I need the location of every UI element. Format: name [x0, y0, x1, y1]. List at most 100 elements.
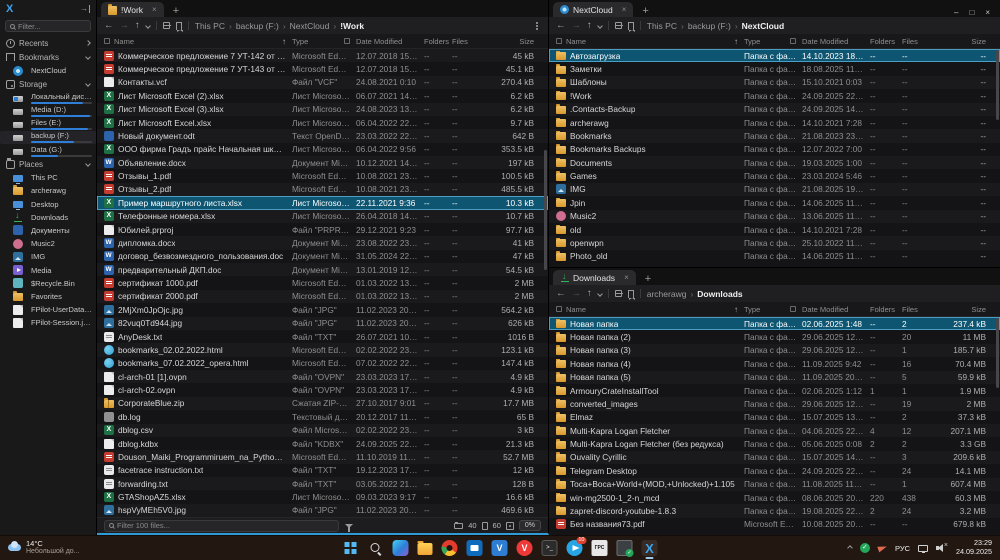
file-row[interactable]: АвтозагрузкаПапка с файлами14.10.2023 18… [549, 49, 1000, 62]
files-icon[interactable] [642, 540, 658, 556]
archive-icon[interactable] [615, 290, 622, 297]
terminal-icon[interactable] [542, 540, 558, 556]
language-indicator[interactable]: РУС [895, 544, 910, 553]
plane-icon[interactable] [877, 544, 888, 553]
sidebar-item[interactable]: $Recycle.Bin [0, 277, 96, 290]
file-row[interactable]: openwpnПапка с файлами25.10.2022 11:58--… [549, 236, 1000, 249]
column-files[interactable]: Files [902, 305, 938, 314]
history-dropdown-icon[interactable] [597, 291, 603, 297]
remote-icon[interactable] [617, 540, 633, 556]
column-date[interactable]: Date Modified [802, 37, 870, 46]
file-row[interactable]: Юбилей.prprojФайл "PRPROJ"29.12.2021 9:2… [97, 223, 548, 236]
scrollbar[interactable] [996, 50, 999, 120]
file-row[interactable]: 82vuq0Td944.jpgФайл "JPG"11.02.2023 20:0… [97, 317, 548, 330]
sidebar-item[interactable]: FPilot-Session.json [0, 316, 96, 329]
archive-icon[interactable] [163, 22, 170, 29]
sidebar-item[interactable]: Desktop [0, 198, 96, 211]
sidebar-item[interactable]: archerawg [0, 184, 96, 197]
sidebar-section-places[interactable]: Places [0, 157, 96, 171]
file-row[interactable]: Telegram DesktopПапка с файлами24.09.202… [549, 464, 1000, 477]
file-row[interactable]: Toca+Boca+World+(MOD,+Unlocked)+1.105Пап… [549, 478, 1000, 491]
file-row[interactable]: Контакты.vcfФайл "VCF"24.08.2021 0:10---… [97, 76, 548, 89]
column-type[interactable]: Type [292, 37, 356, 46]
sidebar-item[interactable]: Документы [0, 224, 96, 237]
file-filter[interactable] [104, 520, 339, 532]
file-row[interactable]: Новый документ.odtТекст OpenDocument23.0… [97, 129, 548, 142]
sidebar-section-storage[interactable]: Storage [0, 77, 96, 91]
scrollbar[interactable] [544, 150, 547, 270]
sidebar-item[interactable]: IMG [0, 250, 96, 263]
file-row[interactable]: Коммерческое предложение 7 УТ-142 от 12.… [97, 49, 548, 62]
store-icon[interactable] [467, 540, 483, 556]
tab-downloads[interactable]: Downloads × [553, 270, 636, 285]
column-name[interactable]: Name ↑ [556, 37, 744, 46]
file-row[interactable]: .Contacts-BackupПапка с файлами24.09.202… [549, 103, 1000, 116]
file-row[interactable]: bookmarks_07.02.2022_opera.htmlMicrosoft… [97, 357, 548, 370]
sidebar-item[interactable]: NextCloud [0, 64, 96, 77]
close-button[interactable]: × [985, 8, 990, 17]
file-row[interactable]: CorporateBlue.zipСжатая ZIP-папка27.10.2… [97, 397, 548, 410]
tab-work[interactable]: !Work × [101, 2, 164, 17]
file-row[interactable]: Bookmarks BackupsПапка с файлами12.07.20… [549, 143, 1000, 156]
file-row[interactable]: GamesПапка с файлами23.03.2024 5:46-----… [549, 169, 1000, 182]
file-row[interactable]: forwarding.txtФайл "TXT"03.05.2022 21:23… [97, 477, 548, 490]
file-row[interactable]: Новая папкаПапка с файлами02.06.2025 1:4… [549, 317, 1000, 330]
browser-icon[interactable] [442, 540, 458, 556]
forward-button[interactable]: → [120, 20, 130, 31]
column-name[interactable]: Name ↑ [104, 37, 292, 46]
column-folders[interactable]: Folders [870, 37, 902, 46]
bookmark-icon[interactable] [628, 22, 634, 30]
up-button[interactable]: ↑ [587, 288, 592, 299]
file-row[interactable]: cl-arch-02.ovpnФайл "OVPN"23.03.2023 17:… [97, 383, 548, 396]
file-row[interactable]: hspVyMEh5V0.jpgФайл "JPG"11.02.2023 20:1… [97, 504, 548, 517]
collapse-sidebar-icon[interactable]: → [80, 5, 90, 13]
file-row[interactable]: Music2Папка с файлами13.06.2025 11:41---… [549, 210, 1000, 223]
breadcrumb-item[interactable]: This PC [195, 21, 225, 31]
column-folders[interactable]: Folders [424, 37, 452, 46]
new-tab-button[interactable]: + [642, 6, 648, 17]
file-row[interactable]: facetrace instruction.txtФайл "TXT"19.12… [97, 464, 548, 477]
antivirus-check-icon[interactable]: ✓ [860, 543, 870, 553]
file-row[interactable]: ЗаметкиПапка с файлами18.08.2025 11:14--… [549, 62, 1000, 75]
select-all-checkbox[interactable] [556, 306, 562, 312]
sidebar-item[interactable]: Data (G:) [0, 144, 96, 157]
column-type[interactable]: Type [744, 37, 802, 46]
photos-icon[interactable] [393, 540, 409, 556]
network-icon[interactable] [918, 545, 928, 552]
vshield-icon[interactable] [492, 540, 508, 556]
file-row[interactable]: Photo_oldПапка с файлами14.06.2025 11:42… [549, 250, 1000, 263]
file-row[interactable]: Новая папка (5)Папка с файлами11.09.2025… [549, 371, 1000, 384]
column-type[interactable]: Type [744, 305, 802, 314]
maximize-button[interactable]: □ [969, 8, 974, 17]
search-icon[interactable] [368, 540, 384, 556]
column-date[interactable]: Date Modified [802, 305, 870, 314]
file-row[interactable]: Телефонные номера.xlsxЛист Microsoft Exc… [97, 210, 548, 223]
sidebar-item[interactable]: Favorites [0, 290, 96, 303]
file-row[interactable]: oldПапка с файлами14.10.2021 7:28------ [549, 223, 1000, 236]
file-row[interactable]: win-mg2500-1_2-n_mcdПапка с файлами08.06… [549, 491, 1000, 504]
up-button[interactable]: ↑ [135, 20, 140, 31]
file-row[interactable]: Отзывы_1.pdfMicrosoft Edge PDF Document1… [97, 169, 548, 182]
sidebar-item[interactable]: Files (E:) [0, 118, 96, 131]
file-row[interactable]: db.logТекстовый документ20.12.2017 11:15… [97, 410, 548, 423]
back-button[interactable]: ← [556, 288, 566, 299]
file-row[interactable]: сертификат 1000.pdfMicrosoft Edge PDF Do… [97, 276, 548, 289]
sidebar-section-bookmarks[interactable]: Bookmarks [0, 50, 96, 64]
history-dropdown-icon[interactable] [597, 23, 603, 29]
file-row[interactable]: сертификат 2000.pdfMicrosoft Edge PDF Do… [97, 290, 548, 303]
bookmark-icon[interactable] [628, 290, 634, 298]
column-size[interactable]: Size [938, 305, 992, 314]
sidebar-filter[interactable] [5, 20, 91, 32]
file-row[interactable]: dblog.csvФайл Microsoft Excel02.02.2022 … [97, 424, 548, 437]
file-row[interactable]: Ouvality CyrillicПапка с файлами15.07.20… [549, 451, 1000, 464]
file-row[interactable]: GTAShopAZ5.xlsxЛист Microsoft Excel09.03… [97, 490, 548, 503]
column-size[interactable]: Size [938, 37, 992, 46]
back-button[interactable]: ← [104, 20, 114, 31]
column-date[interactable]: Date Modified [356, 37, 424, 46]
select-all-checkbox[interactable] [104, 38, 110, 44]
file-row[interactable]: Multi-Kapra Logan Fletcher (без редукса)… [549, 437, 1000, 450]
file-row[interactable]: zapret-discord-youtube-1.8.3Папка с файл… [549, 504, 1000, 517]
file-row[interactable]: Пример маршрутного листа.xlsxЛист Micros… [97, 196, 548, 209]
vivaldi-icon[interactable] [517, 540, 533, 556]
bookmark-icon[interactable] [176, 22, 182, 30]
